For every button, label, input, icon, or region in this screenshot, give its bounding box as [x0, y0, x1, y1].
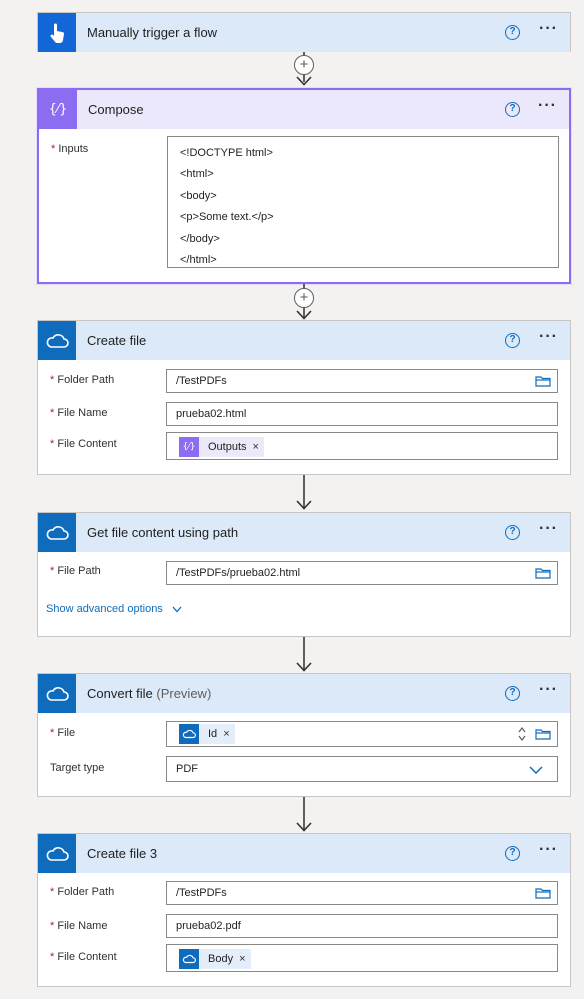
- inputs-line: </html>: [180, 254, 217, 267]
- create-file-card[interactable]: Create file ? ··· * Folder Path /TestPDF…: [37, 320, 571, 475]
- body-token[interactable]: Body ×: [179, 949, 251, 969]
- inputs-line: <body>: [180, 189, 217, 202]
- insert-step-plus-icon[interactable]: +: [294, 288, 314, 308]
- file-content-label: * File Content: [50, 438, 117, 450]
- compose-braces-icon: {⁄}: [39, 90, 77, 129]
- show-advanced-options-link[interactable]: Show advanced options: [46, 603, 182, 615]
- arrow-down-icon: [296, 822, 312, 832]
- onedrive-cloud-icon: [179, 724, 199, 744]
- help-icon[interactable]: ?: [505, 686, 520, 701]
- more-options-icon[interactable]: ···: [539, 329, 558, 345]
- remove-token-icon[interactable]: ×: [239, 948, 245, 970]
- compose-header[interactable]: {⁄} Compose ? ···: [39, 90, 569, 129]
- create-file-title: Create file: [87, 333, 147, 348]
- more-options-icon[interactable]: ···: [539, 682, 558, 698]
- chevron-down-icon: [529, 766, 543, 774]
- file-name-label: * File Name: [50, 920, 108, 932]
- remove-token-icon[interactable]: ×: [253, 436, 259, 458]
- folder-icon[interactable]: [535, 567, 551, 579]
- file-content-input[interactable]: {⁄} Outputs ×: [166, 432, 558, 460]
- touch-hand-icon: [38, 13, 76, 52]
- file-name-input[interactable]: prueba02.html: [166, 402, 558, 426]
- folder-icon[interactable]: [535, 375, 551, 387]
- more-options-icon[interactable]: ···: [539, 842, 558, 858]
- token-label: Id: [208, 728, 218, 740]
- remove-token-icon[interactable]: ×: [223, 723, 229, 745]
- arrow-down-icon: [296, 310, 312, 320]
- onedrive-cloud-icon: [38, 674, 76, 713]
- help-icon[interactable]: ?: [505, 846, 520, 861]
- help-icon[interactable]: ?: [505, 25, 520, 40]
- inputs-line: <!DOCTYPE html>: [180, 147, 273, 159]
- file-label: * File: [50, 727, 76, 739]
- more-options-icon[interactable]: ···: [538, 98, 557, 114]
- chevron-down-icon: [172, 606, 182, 613]
- inputs-line: </body>: [180, 232, 220, 245]
- inputs-field[interactable]: <!DOCTYPE html> <html> <body> <p>Some te…: [167, 136, 559, 268]
- id-token[interactable]: Id ×: [179, 724, 235, 744]
- outputs-token[interactable]: {⁄} Outputs ×: [179, 437, 264, 457]
- insert-step-plus-icon[interactable]: +: [294, 55, 314, 75]
- help-icon[interactable]: ?: [505, 102, 520, 117]
- get-file-content-header[interactable]: Get file content using path ? ···: [38, 513, 570, 552]
- file-input[interactable]: Id ×: [166, 721, 558, 747]
- get-file-content-title: Get file content using path: [87, 525, 239, 540]
- onedrive-cloud-icon: [38, 513, 76, 552]
- arrow-down-icon: [296, 662, 312, 672]
- file-path-label: * File Path: [50, 565, 101, 577]
- convert-file-title: Convert file (Preview): [87, 686, 212, 701]
- create-file-3-header[interactable]: Create file 3 ? ···: [38, 834, 570, 873]
- folder-path-input[interactable]: /TestPDFs: [166, 881, 558, 905]
- convert-file-card[interactable]: Convert file (Preview) ? ··· * File Id ×…: [37, 673, 571, 797]
- target-type-select[interactable]: PDF: [166, 756, 558, 782]
- token-label: Outputs: [208, 441, 247, 453]
- file-content-input[interactable]: Body ×: [166, 944, 558, 972]
- arrow-down-icon: [296, 500, 312, 510]
- trigger-header[interactable]: Manually trigger a flow ? ···: [38, 13, 570, 52]
- create-file-header[interactable]: Create file ? ···: [38, 321, 570, 360]
- inputs-line: <html>: [180, 168, 214, 181]
- file-path-input[interactable]: /TestPDFs/prueba02.html: [166, 561, 558, 585]
- inputs-line: <p>Some text.</p>: [180, 211, 274, 224]
- token-label: Body: [208, 953, 234, 965]
- convert-file-header[interactable]: Convert file (Preview) ? ···: [38, 674, 570, 713]
- file-content-label: * File Content: [50, 951, 117, 963]
- compose-braces-icon: {⁄}: [179, 437, 199, 457]
- trigger-title: Manually trigger a flow: [87, 25, 218, 40]
- trigger-card[interactable]: Manually trigger a flow ? ···: [37, 12, 571, 52]
- onedrive-cloud-icon: [179, 949, 199, 969]
- target-type-label: Target type: [50, 762, 105, 774]
- compose-card[interactable]: {⁄} Compose ? ··· * Inputs <!DOCTYPE htm…: [37, 88, 571, 284]
- spinner-arrows-icon[interactable]: [518, 726, 526, 742]
- arrow-down-icon: [296, 76, 312, 86]
- folder-icon[interactable]: [535, 728, 551, 740]
- help-icon[interactable]: ?: [505, 333, 520, 348]
- folder-path-label: * Folder Path: [50, 374, 115, 386]
- help-icon[interactable]: ?: [505, 525, 520, 540]
- folder-icon[interactable]: [535, 887, 551, 899]
- compose-title: Compose: [88, 102, 144, 117]
- preview-tag: (Preview): [156, 686, 212, 701]
- inputs-label: * Inputs: [51, 143, 89, 155]
- create-file-3-title: Create file 3: [87, 846, 158, 861]
- file-name-input[interactable]: prueba02.pdf: [166, 914, 558, 938]
- more-options-icon[interactable]: ···: [539, 521, 558, 537]
- folder-path-input[interactable]: /TestPDFs: [166, 369, 558, 393]
- more-options-icon[interactable]: ···: [539, 21, 558, 37]
- file-name-label: * File Name: [50, 407, 108, 419]
- folder-path-label: * Folder Path: [50, 886, 115, 898]
- create-file-3-card[interactable]: Create file 3 ? ··· * Folder Path /TestP…: [37, 833, 571, 987]
- get-file-content-card[interactable]: Get file content using path ? ··· * File…: [37, 512, 571, 637]
- onedrive-cloud-icon: [38, 834, 76, 873]
- onedrive-cloud-icon: [38, 321, 76, 360]
